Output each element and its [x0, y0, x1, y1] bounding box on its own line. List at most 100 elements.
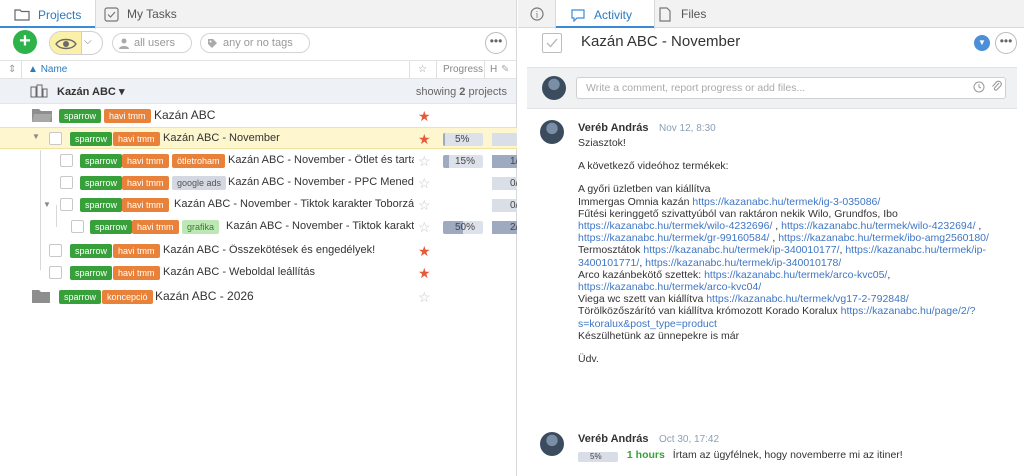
folder-icon	[14, 9, 30, 21]
entry-link[interactable]: s=koralux&post_type=product	[578, 318, 717, 330]
entry-text: Immergas Omnia kazán	[578, 195, 693, 208]
row-title[interactable]: Kazán ABC - 2026	[155, 289, 254, 303]
entry-link[interactable]: https://kazanabc.hu/termek/ip-340010177/	[643, 244, 839, 256]
showing-number: 2	[459, 86, 466, 98]
task-row[interactable]: sparrow havi tmm grafika Kazán ABC - Nov…	[0, 216, 517, 238]
group-title[interactable]: Kazán ABC ▾	[57, 85, 124, 98]
entry-link[interactable]: https://kazanabc.hu/termek/ip-	[845, 244, 986, 256]
open-folder-icon	[32, 109, 52, 122]
group-header[interactable]: Kazán ABC ▾ showing 2 projects	[0, 79, 516, 104]
tag: koncepció	[102, 290, 153, 304]
entry-author[interactable]: Veréb András	[578, 433, 649, 445]
clock-icon[interactable]	[973, 81, 985, 96]
entry-link[interactable]: https://kazanabc.hu/termek/arco-kvc05/	[704, 269, 887, 281]
tag: sparrow	[59, 109, 102, 123]
row-title[interactable]: Kazán ABC - November	[163, 132, 280, 144]
collapse-caret-icon[interactable]: ▼	[32, 132, 40, 141]
entry-link[interactable]: 3400101771/	[578, 257, 639, 269]
task-row[interactable]: sparrow havi tmm Kazán ABC - Összekötése…	[0, 240, 517, 262]
column-name[interactable]: ▲ Name	[28, 61, 67, 79]
star-icon[interactable]: ★	[418, 244, 431, 258]
chevron-down-icon[interactable]: ⌵	[84, 36, 92, 47]
file-icon	[659, 6, 671, 22]
row-title[interactable]: Kazán ABC - November - Tiktok karakter T…	[174, 198, 414, 210]
project-row[interactable]: ▼ sparrow havi tmm Kazán ABC - November …	[0, 127, 517, 149]
task-checkbox[interactable]	[60, 154, 73, 167]
add-project-button[interactable]: +	[13, 30, 37, 54]
row-title[interactable]: Kazán ABC - November - Ötlet és tarta...	[228, 154, 414, 166]
eye-icon[interactable]	[50, 32, 82, 54]
star-icon[interactable]: ☆	[418, 220, 431, 234]
project-row[interactable]: sparrow koncepció Kazán ABC - 2026 ☆	[0, 286, 517, 308]
task-checkbox[interactable]	[49, 244, 62, 257]
entry-link[interactable]: https://kazanabc.hu/termek/vg17-2-792848…	[706, 293, 909, 305]
paperclip-icon[interactable]	[991, 80, 1003, 97]
edit-columns-icon[interactable]: ✎	[501, 61, 509, 79]
task-complete-checkbox[interactable]	[542, 33, 562, 53]
visibility-filter[interactable]: ⌵	[49, 31, 103, 55]
tab-projects[interactable]: Projects	[0, 0, 96, 29]
comment-input[interactable]: Write a comment, report progress or add …	[576, 77, 1006, 99]
sort-icon[interactable]: ⇕	[8, 61, 16, 79]
entry-link[interactable]: https://kazanabc.hu/termek/wilo-4232696/	[578, 220, 772, 232]
task-row[interactable]: ▼ sparrow havi tmm Kazán ABC - November …	[0, 194, 517, 216]
column-hours[interactable]: H	[490, 61, 497, 79]
entry-link[interactable]: https://kazanabc.hu/termek/wilo-4232694/	[781, 220, 975, 232]
star-icon[interactable]: ☆	[418, 290, 431, 304]
star-icon[interactable]: ☆	[418, 198, 431, 212]
entry-link[interactable]: https://kazanabc.hu/termek/arco-kvc04/	[578, 281, 761, 293]
entry-link[interactable]: https://kazanabc.hu/termek/ibo-amg256018…	[778, 232, 989, 244]
tab-files[interactable]: Files	[659, 0, 739, 28]
users-filter[interactable]: all users	[112, 33, 192, 53]
hours-bar: 0/	[492, 199, 517, 212]
tab-files-label: Files	[681, 7, 707, 21]
column-header: ⇕ ▲ Name ☆ Progress H ✎	[0, 60, 516, 79]
entry-link[interactable]: https://kazanabc.hu/page/2/?	[841, 305, 976, 317]
row-title[interactable]: Kazán ABC - Weboldal leállítás	[163, 266, 315, 278]
star-icon[interactable]: ★	[418, 266, 431, 280]
entry-link[interactable]: https://kazanabc.hu/termek/ip-340010178/	[645, 257, 841, 269]
entry-line: Törölközőszárító van kiállítva krómozott…	[578, 305, 975, 318]
row-title[interactable]: Kazán ABC - November - Tiktok karakte...	[226, 220, 414, 232]
task-row[interactable]: sparrow havi tmm google ads Kazán ABC - …	[0, 172, 517, 194]
star-column-icon[interactable]: ☆	[418, 61, 427, 79]
row-title[interactable]: Kazán ABC	[154, 108, 215, 122]
star-icon[interactable]: ★	[418, 132, 431, 146]
tab-info[interactable]: i	[530, 0, 550, 28]
task-menu-dropdown[interactable]: ▼	[974, 35, 990, 51]
task-row[interactable]: sparrow havi tmm ötletroham Kazán ABC - …	[0, 150, 517, 172]
entry-text: ,	[975, 220, 982, 232]
task-row[interactable]: sparrow havi tmm Kazán ABC - Weboldal le…	[0, 262, 517, 284]
tab-activity[interactable]: Activity	[555, 0, 655, 29]
star-icon[interactable]: ★	[418, 109, 431, 123]
entry-link[interactable]: https://kazanabc.hu/termek/ig-3-035086/	[692, 196, 880, 208]
task-checkbox[interactable]	[71, 220, 84, 233]
task-more-button[interactable]: •••	[995, 32, 1017, 54]
column-progress[interactable]: Progress	[443, 61, 483, 79]
collapse-caret-icon[interactable]: ▼	[43, 200, 51, 209]
entry-line: https://kazanabc.hu/termek/gr-99160584/ …	[578, 232, 989, 245]
task-checkbox[interactable]	[49, 132, 62, 145]
task-checkbox[interactable]	[60, 176, 73, 189]
star-icon[interactable]: ☆	[418, 154, 431, 168]
star-icon[interactable]: ☆	[418, 176, 431, 190]
task-checkbox[interactable]	[60, 198, 73, 211]
task-checkbox[interactable]	[49, 266, 62, 279]
task-title[interactable]: Kazán ABC - November	[581, 33, 740, 50]
more-options-button[interactable]: •••	[485, 32, 507, 54]
entry-text: Fűtési keringgető szivattyúból van raktá…	[578, 207, 898, 220]
speech-bubble-icon	[571, 8, 585, 22]
entry-author[interactable]: Veréb András	[578, 122, 649, 134]
row-title[interactable]: Kazán ABC - November - PPC Menedzs...	[228, 176, 414, 188]
tab-projects-label: Projects	[38, 7, 82, 22]
tab-my-tasks[interactable]: My Tasks	[104, 0, 194, 28]
entry-text: Sziasztok!	[578, 137, 626, 149]
project-row[interactable]: sparrow havi tmm Kazán ABC ★	[0, 105, 517, 127]
entry-link[interactable]: https://kazanabc.hu/termek/gr-99160584/	[578, 232, 769, 244]
entry-line: https://kazanabc.hu/termek/wilo-4232696/…	[578, 220, 981, 233]
tags-filter[interactable]: any or no tags	[200, 33, 310, 53]
tag: havi tmm	[132, 220, 179, 234]
folder-icon	[32, 290, 50, 303]
row-title[interactable]: Kazán ABC - Összekötések és engedélyek!	[163, 244, 375, 256]
hours-bar: 2/	[492, 221, 517, 234]
